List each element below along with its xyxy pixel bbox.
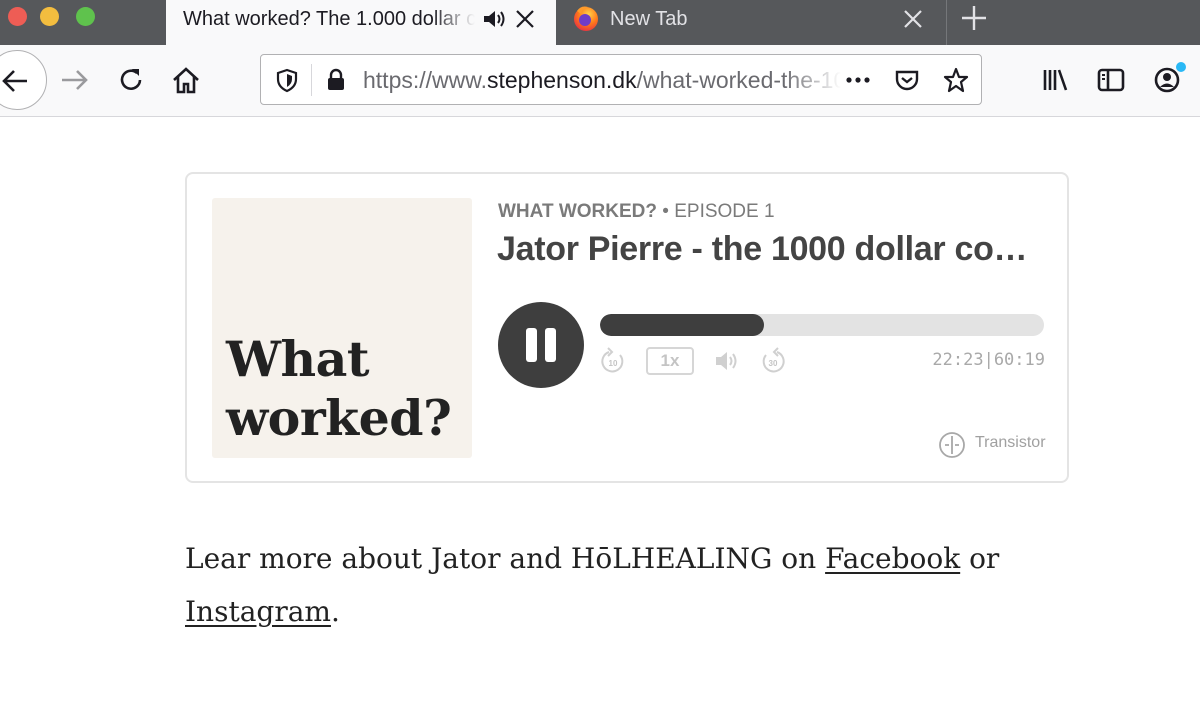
close-tab-icon[interactable] — [902, 8, 924, 30]
paragraph-text: . — [330, 595, 340, 628]
episode-title: Jator Pierre - the 1000 dollar coach — [497, 230, 1037, 268]
url-bar[interactable]: https://www.stephenson.dk/what-worked-th… — [260, 54, 982, 105]
library-icon[interactable] — [1040, 65, 1070, 95]
progress-bar[interactable] — [600, 314, 1044, 336]
close-tab-icon[interactable] — [514, 8, 536, 30]
forward-arrow-icon[interactable] — [60, 65, 90, 95]
artwork-title: What worked? — [226, 330, 452, 448]
home-icon[interactable] — [171, 65, 201, 95]
pause-button[interactable] — [498, 302, 584, 388]
rewind-icon[interactable]: 10 — [600, 347, 626, 375]
paragraph-text: Lear more about Jator and HōLHEALING on — [185, 542, 826, 575]
bookmark-star-icon[interactable] — [943, 67, 969, 93]
rewind-seconds: 10 — [609, 359, 618, 368]
close-window-button[interactable] — [8, 7, 27, 26]
show-name: WHAT WORKED? — [498, 201, 658, 222]
firefox-icon — [574, 6, 598, 31]
tab-new-tab[interactable]: New Tab — [557, 0, 945, 45]
show-episode-line: WHAT WORKED? • EPISODE 1 — [498, 201, 775, 223]
url-domain: stephenson.dk — [486, 67, 637, 93]
pause-icon-bar-right — [545, 328, 556, 362]
time-total: 60:19 — [993, 350, 1045, 370]
url-prefix: https://www. — [363, 67, 487, 93]
playback-speed-button[interactable]: 1x — [646, 347, 694, 375]
podcast-artwork: What worked? — [212, 198, 472, 458]
episode-label: EPISODE 1 — [674, 201, 775, 222]
sidebar-icon[interactable] — [1096, 65, 1126, 95]
speaker-icon[interactable] — [482, 8, 508, 30]
instagram-link[interactable]: Instagram — [185, 595, 331, 628]
tracking-shield-icon[interactable] — [274, 67, 300, 93]
article-paragraph: Lear more about Jator and HōLHEALING on … — [185, 532, 1045, 638]
url-text[interactable]: https://www.stephenson.dk/what-worked-th… — [363, 67, 841, 94]
navigation-toolbar: https://www.stephenson.dk/what-worked-th… — [0, 45, 1200, 117]
tab-active[interactable]: What worked? The 1.000 dollar coach — [166, 0, 556, 45]
paragraph-text: or — [960, 542, 1000, 575]
url-bar-divider — [311, 64, 312, 96]
forward-seconds: 30 — [769, 359, 778, 368]
lock-icon[interactable] — [323, 67, 349, 93]
notification-dot — [1176, 62, 1186, 72]
forward-icon[interactable]: 30 — [760, 347, 786, 375]
new-tab-plus-icon[interactable] — [960, 4, 988, 32]
maximize-window-button[interactable] — [76, 7, 95, 26]
minimize-window-button[interactable] — [40, 7, 59, 26]
separator-dot: • — [662, 201, 669, 222]
tab-divider — [946, 0, 947, 45]
back-button[interactable] — [0, 50, 47, 110]
time-elapsed: 22:23 — [932, 350, 984, 370]
facebook-link[interactable]: Facebook — [825, 542, 960, 575]
tab-strip: What worked? The 1.000 dollar coach New … — [0, 0, 1200, 45]
time-separator: | — [983, 350, 994, 370]
artwork-title-line1: What — [226, 330, 370, 388]
transistor-brand-link[interactable]: Transistor — [937, 430, 1047, 460]
tab-title: New Tab — [610, 8, 688, 30]
brand-name: Transistor — [975, 434, 1046, 451]
back-arrow-icon — [2, 70, 27, 92]
podcast-player: What worked? WHAT WORKED? • EPISODE 1 Ja… — [185, 172, 1069, 483]
progress-fill — [600, 314, 765, 336]
reload-icon[interactable] — [116, 65, 146, 95]
tab-title: What worked? The 1.000 dollar coach — [183, 8, 475, 30]
pause-icon-bar-left — [526, 328, 537, 362]
page-actions-menu-icon[interactable] — [845, 67, 871, 93]
volume-icon[interactable] — [713, 347, 741, 375]
pocket-icon[interactable] — [894, 67, 920, 93]
transistor-logo-icon — [939, 432, 965, 458]
timecode: 22:23|60:19 — [887, 350, 1045, 370]
url-path: /what-worked-the-1000-dollar-coach — [636, 67, 841, 93]
artwork-title-line2: worked? — [226, 389, 452, 447]
